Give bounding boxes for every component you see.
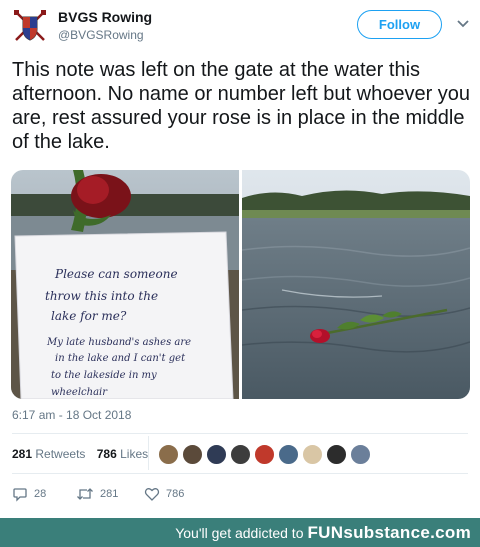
liker-avatar[interactable] (254, 444, 275, 465)
watermark-banner: You'll get addicted to FUNsubstance.com (0, 518, 480, 547)
like-label: Likes (120, 447, 149, 461)
liker-avatar[interactable] (206, 444, 227, 465)
retweet-icon (77, 488, 93, 500)
like-count: 786 (96, 447, 117, 461)
media-grid: Please can someone throw this into the l… (11, 170, 470, 399)
retweet-count: 281 (12, 447, 33, 461)
retweet-label: Retweets (35, 447, 86, 461)
note-line: My late husband's ashes are (46, 337, 191, 348)
account-name[interactable]: BVGS Rowing (58, 9, 152, 25)
like-action-count: 786 (166, 488, 185, 500)
liker-avatar[interactable] (158, 444, 179, 465)
note-line: Please can someone (54, 267, 178, 281)
reply-count: 28 (34, 488, 47, 500)
liker-avatar[interactable] (326, 444, 347, 465)
avatar[interactable] (12, 8, 48, 44)
liker-avatar[interactable] (182, 444, 203, 465)
liker-avatar[interactable] (278, 444, 299, 465)
liker-avatar[interactable] (350, 444, 371, 465)
follow-button[interactable]: Follow (357, 10, 442, 39)
like-button[interactable]: 786 (144, 485, 184, 503)
reply-button[interactable]: 28 (12, 485, 46, 503)
reply-icon (13, 488, 27, 502)
note-line: throw this into the (45, 289, 158, 303)
retweet-stat[interactable]: 281 Retweets (12, 447, 85, 461)
footer-tagline: You'll get addicted to (175, 524, 304, 541)
note-line: wheelchair (51, 387, 108, 398)
tweet-timestamp[interactable]: 6:17 am - 18 Oct 2018 (12, 408, 131, 422)
tweet-header: BVGS Rowing @BVGSRowing Follow (0, 0, 480, 52)
liker-avatar[interactable] (230, 444, 251, 465)
photo-note[interactable]: Please can someone throw this into the l… (11, 170, 239, 399)
note-line: to the lakeside in my (51, 370, 157, 381)
like-stat[interactable]: 786 Likes (97, 447, 148, 461)
note-line: in the lake and I can't get (55, 353, 186, 364)
account-handle[interactable]: @BVGSRowing (58, 28, 144, 42)
stats-separator (148, 436, 149, 470)
engagement-stats: 281 Retweets 786 Likes (12, 447, 156, 461)
divider (12, 433, 468, 434)
note-line: lake for me? (51, 309, 127, 323)
liker-avatar[interactable] (302, 444, 323, 465)
tweet-text: This note was left on the gate at the wa… (12, 59, 471, 153)
heart-icon (144, 488, 160, 501)
liker-avatars (158, 444, 374, 466)
retweet-button[interactable]: 281 (76, 485, 118, 503)
divider (12, 473, 468, 474)
retweet-action-count: 281 (100, 488, 119, 500)
photo-lake[interactable] (241, 170, 470, 399)
footer-brand[interactable]: FUNsubstance.com (307, 523, 471, 543)
chevron-down-icon[interactable] (456, 16, 470, 30)
